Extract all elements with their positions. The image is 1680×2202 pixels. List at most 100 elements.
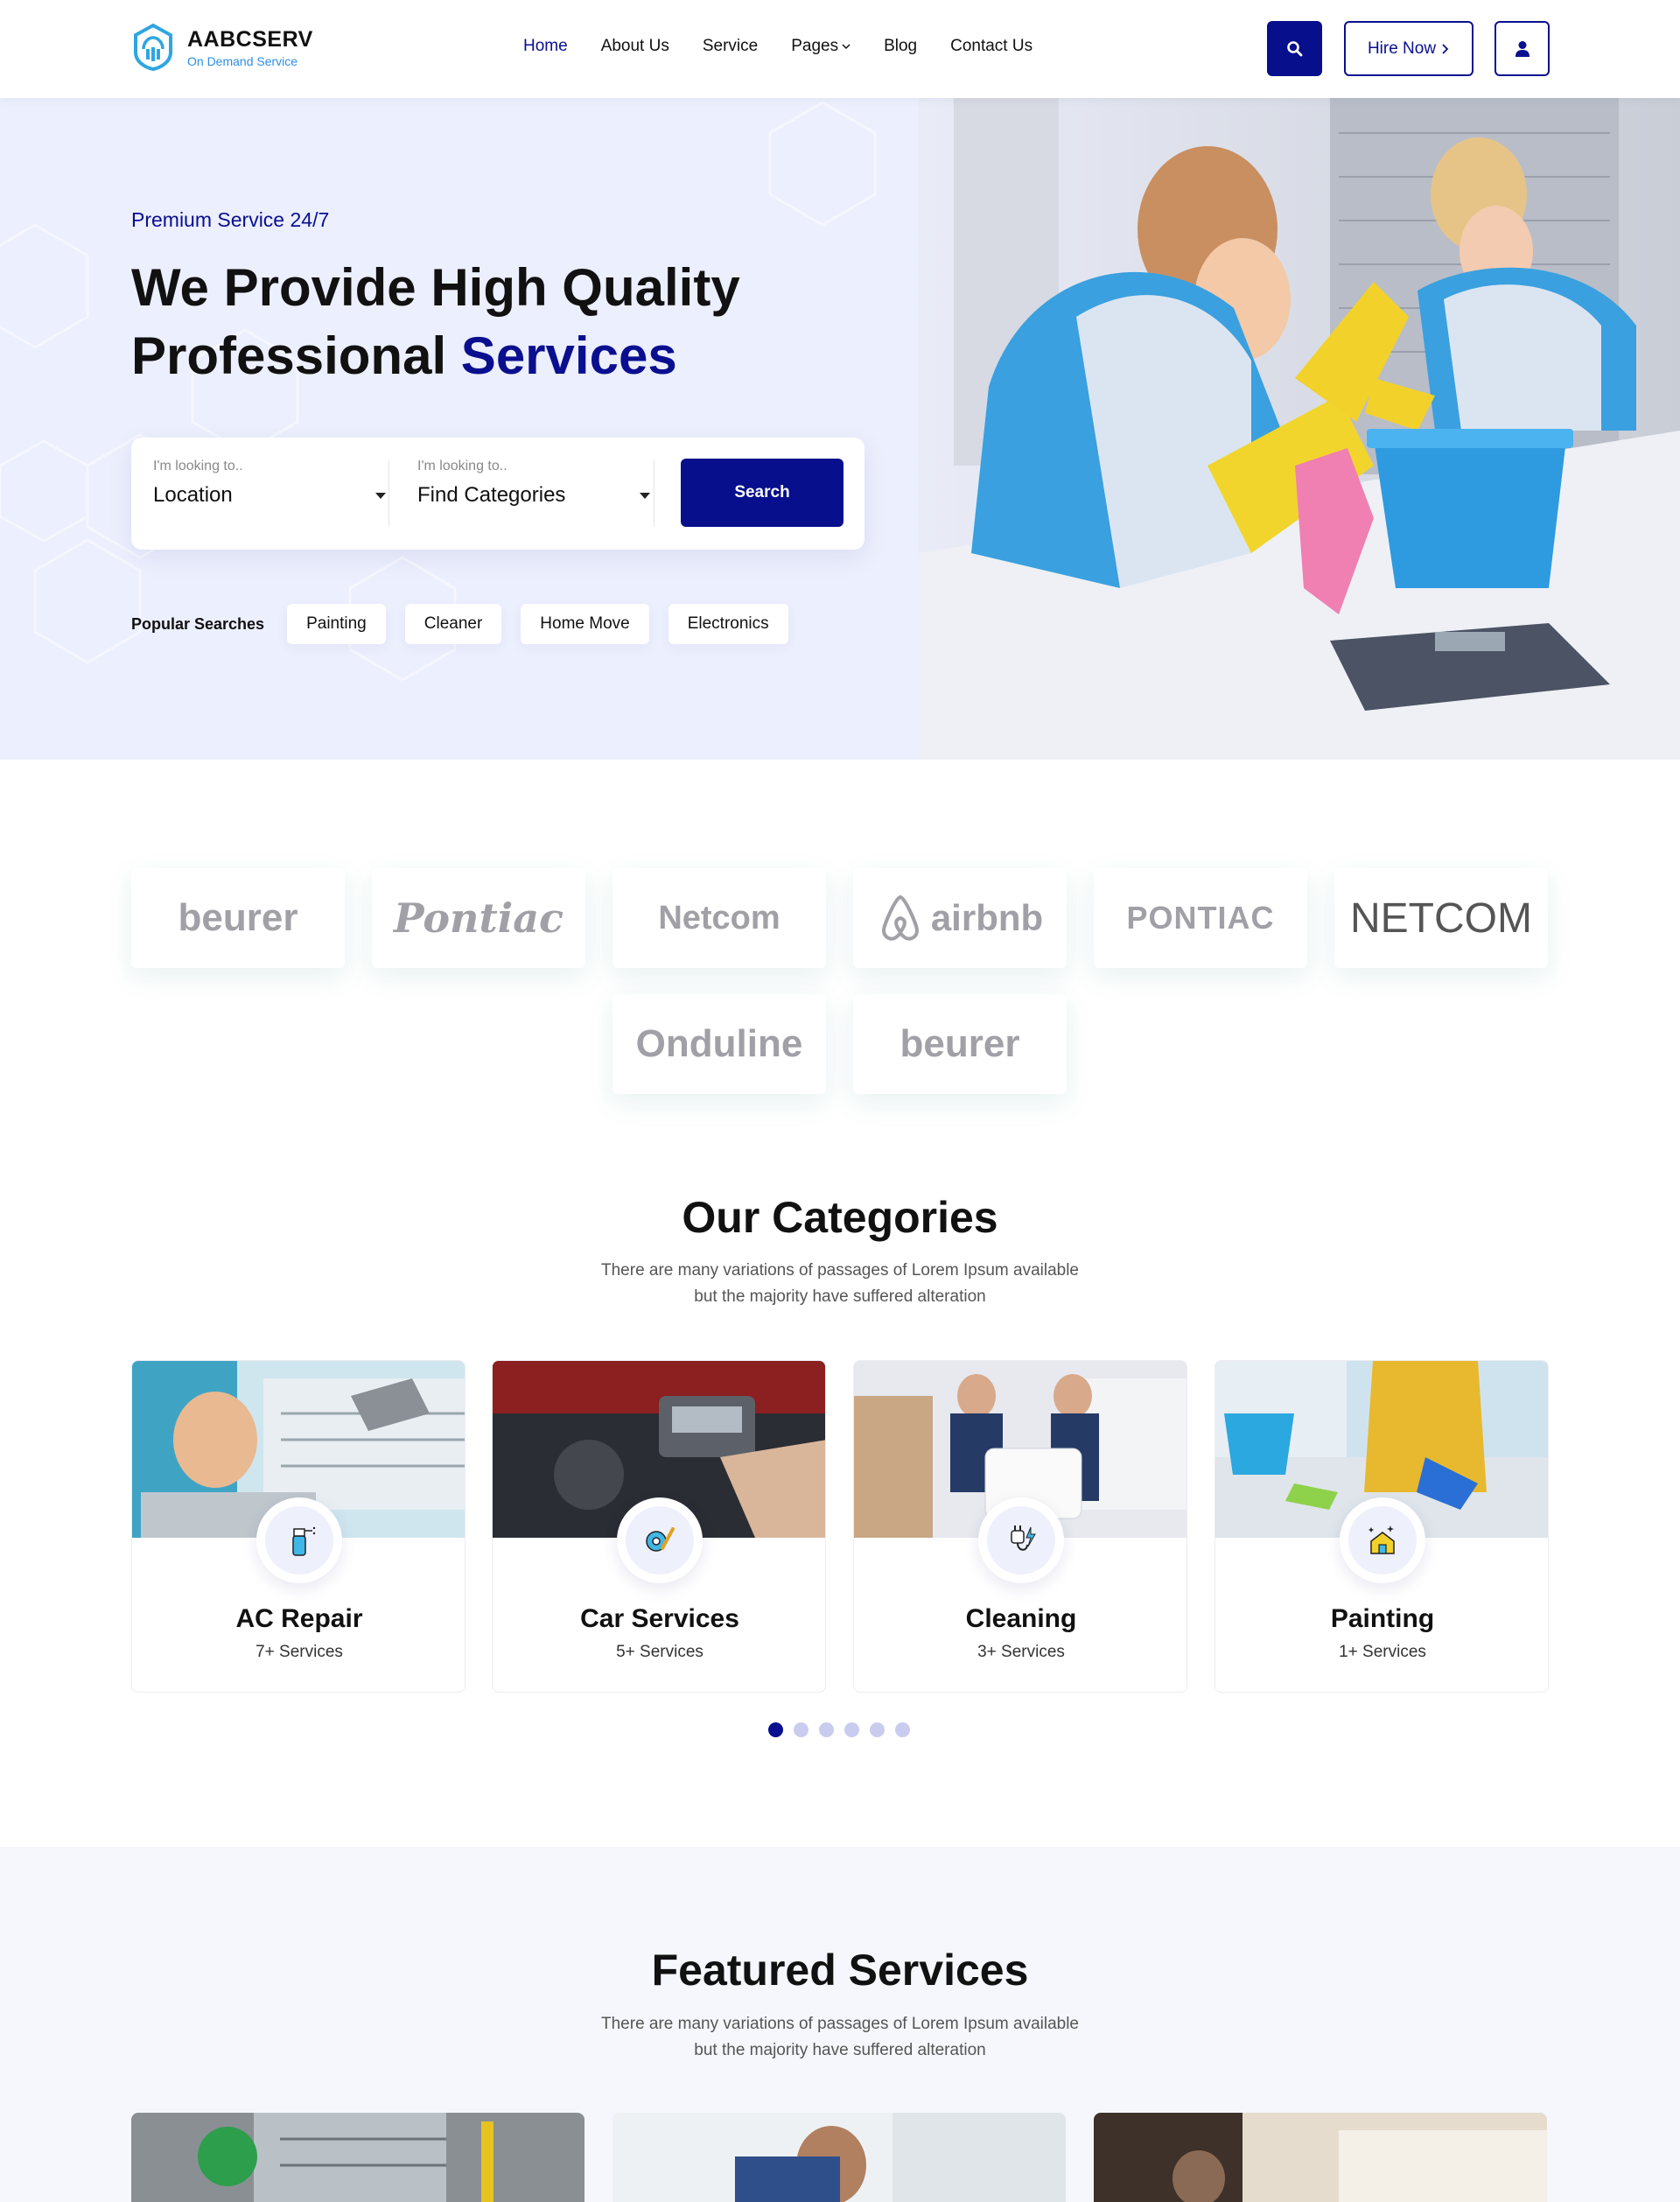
category-icon-badge [978,1497,1064,1583]
hire-now-button[interactable]: Hire Now [1344,21,1474,76]
brand-logo: beurer [131,868,345,968]
brand-logo: Netcom [612,868,826,968]
nav-service[interactable]: Service [703,37,758,56]
brand-logo-text: beurer [178,896,298,939]
popular-chip-electronics[interactable]: Electronics [668,604,788,644]
hero-tagline: Premium Service 24/7 [131,208,330,231]
carousel-dot[interactable] [844,1722,859,1737]
categories-subtitle-line1: There are many variations of passages of… [601,1261,1079,1280]
brand-logo-text: beurer [900,1022,1020,1065]
nav-pages-label: Pages [791,37,839,55]
caret-down-icon [640,492,650,499]
category-count: 3+ Services [977,1643,1065,1661]
hero-section: Premium Service 24/7 We Provide High Qua… [0,98,1680,760]
category-count: 5+ Services [616,1643,704,1661]
category-icon-badge [256,1497,342,1583]
category-name: Painting [1330,1604,1435,1633]
nav-blog[interactable]: Blog [884,37,917,56]
category-icon-badge [1340,1497,1425,1583]
hero-cleaners-photo [919,98,1680,760]
airbnb-icon [881,894,919,941]
spray-bottle-icon [292,1526,316,1556]
brand-logo: Pontiac [372,868,585,968]
nav-about-us[interactable]: About Us [601,37,669,56]
hero-title-accent: Services [460,326,677,385]
user-account-button[interactable] [1494,21,1550,76]
category-name: Cleaning [965,1604,1077,1633]
hero-title-line1: We Provide High Quality [131,258,740,317]
chevron-right-icon [1442,43,1449,54]
nav-contact-us[interactable]: Contact Us [950,37,1032,56]
site-header: AABCSERV On Demand Service Home About Us… [0,0,1680,98]
search-divider [388,460,389,527]
featured-subtitle-line2: but the majority have suffered alteratio… [694,2041,986,2059]
popular-searches: Popular Searches Painting Cleaner Home M… [131,604,788,644]
main-nav: Home About Us Service Pages Blog Contact… [523,37,1032,56]
carousel-dot[interactable] [794,1722,808,1737]
carousel-dot[interactable] [895,1722,910,1737]
carousel-pagination [768,1722,910,1737]
featured-service-card[interactable] [1094,2113,1547,2202]
brand-logo: beurer [853,994,1067,1094]
featured-subtitle-line1: There are many variations of passages of… [601,2015,1079,2033]
brand-logo: PONTIAC [1094,868,1307,968]
wrench-gear-icon [646,1527,675,1552]
categories-subtitle-line2: but the majority have suffered alteratio… [694,1287,986,1306]
carousel-dot[interactable] [819,1722,834,1737]
featured-subtitle: There are many variations of passages of… [0,2011,1680,2064]
popular-chip-home-move[interactable]: Home Move [521,604,649,644]
category-card-ac-repair[interactable]: AC Repair 7+ Services [131,1360,466,1693]
category-card-car-services[interactable]: Car Services 5+ Services [492,1360,826,1693]
carousel-dot[interactable] [870,1722,885,1737]
category-value: Find Categories [417,483,566,507]
search-button[interactable]: Search [681,459,844,527]
location-value: Location [153,483,233,507]
brand-logo-text: airbnb [930,897,1044,938]
categories-title: Our Categories [682,1193,998,1242]
site-logo[interactable]: AABCSERV On Demand Service [131,23,313,72]
category-icon-badge [617,1497,703,1583]
house-clean-icon [1368,1525,1395,1554]
featured-title: Featured Services [651,1946,1029,1995]
hero-title: We Provide High Quality Professional Ser… [131,254,831,390]
featured-service-card[interactable] [612,2113,1066,2202]
header-search-button[interactable] [1267,21,1322,76]
hire-now-label: Hire Now [1367,39,1437,58]
popular-chip-cleaner[interactable]: Cleaner [404,604,502,644]
plug-icon [1011,1525,1036,1551]
brand-logo: airbnb [853,868,1067,968]
logo-icon [134,23,172,72]
category-select[interactable]: I'm looking to.. Find Categories [417,459,654,529]
brand-tagline: On Demand Service [187,53,298,68]
brand-logo-text: NETCOM [1350,894,1532,942]
category-name: Car Services [580,1604,739,1633]
carousel-dot[interactable] [768,1722,783,1737]
brand-logo: Onduline [612,994,826,1094]
featured-service-photo [131,2113,584,2202]
featured-service-photo [612,2113,1066,2202]
hero-search-form: I'm looking to.. Location I'm looking to… [131,438,864,550]
brand-logo-text: Netcom [658,899,780,936]
brand-logo-text: Pontiac [393,894,564,942]
location-label: I'm looking to.. [153,459,243,473]
category-card-cleaning[interactable]: Cleaning 3+ Services [853,1360,1187,1693]
hero-title-line2: Professional [131,326,447,385]
brand-logo: NETCOM [1334,868,1548,968]
chevron-down-icon [842,44,850,50]
featured-service-card[interactable] [131,2113,584,2202]
search-icon [1286,40,1302,56]
category-card-painting[interactable]: Painting 1+ Services [1214,1360,1549,1693]
featured-service-photo [1094,2113,1547,2202]
nav-home[interactable]: Home [523,37,568,56]
hexagon-pattern [0,101,877,682]
brand-name: AABCSERV [187,26,313,52]
popular-searches-label: Popular Searches [131,614,265,633]
category-count: 7+ Services [256,1643,343,1661]
category-count: 1+ Services [1339,1643,1426,1661]
brand-logo-text: Onduline [635,1022,803,1065]
nav-pages[interactable]: Pages [791,37,850,56]
categories-subtitle: There are many variations of passages of… [0,1258,1680,1310]
location-select[interactable]: I'm looking to.. Location [153,459,389,529]
brand-logo-text: PONTIAC [1126,900,1275,936]
popular-chip-painting[interactable]: Painting [287,604,386,644]
